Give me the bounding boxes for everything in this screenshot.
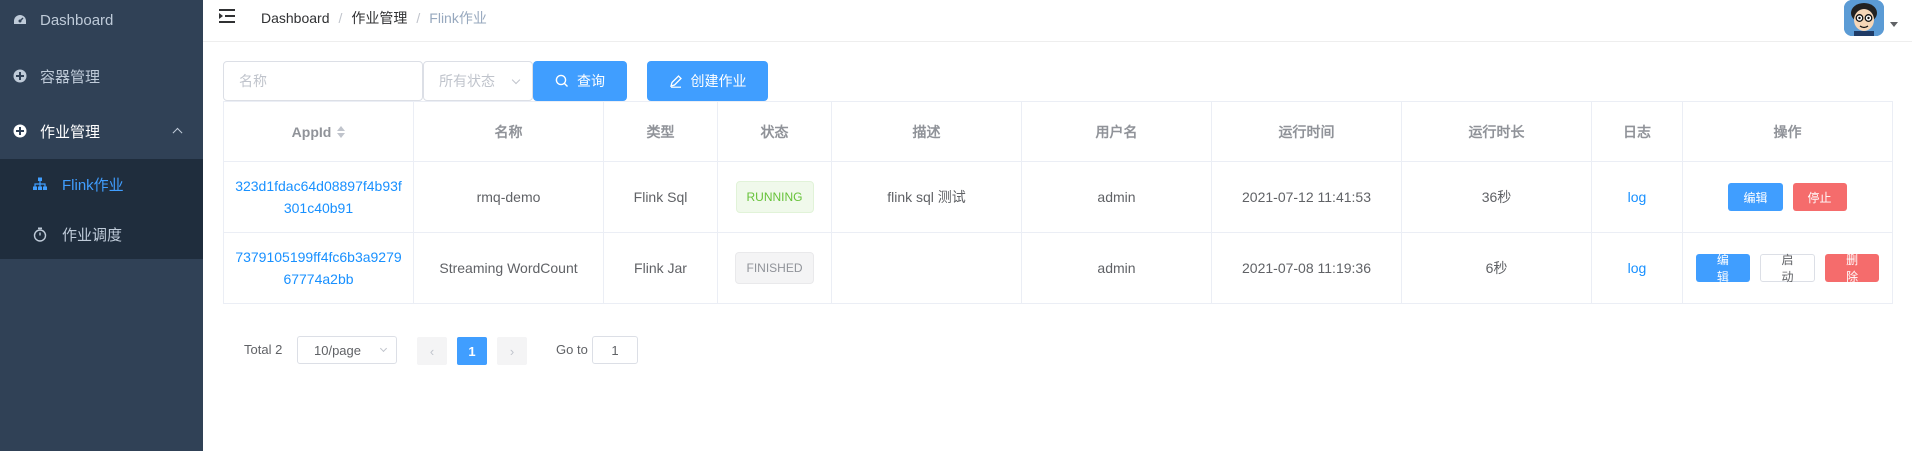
column-header-appid[interactable]: AppId [224, 102, 414, 161]
chevron-left-icon: ‹ [429, 343, 435, 359]
column-header: 操作 [1773, 123, 1802, 140]
caret-down-icon[interactable] [1890, 22, 1898, 27]
column-header: 运行时长 [1402, 102, 1592, 161]
chevron-down-icon [379, 344, 388, 353]
table-row: 7379105199ff4fc6b3a927967774a2bb Streami… [224, 233, 1892, 303]
appid-link[interactable]: 7379105199ff4fc6b3a927967774a2bb [232, 246, 405, 290]
sidebar-item-jobs[interactable]: 作业管理 [0, 103, 203, 159]
avatar[interactable] [1844, 0, 1884, 36]
search-icon [555, 74, 568, 87]
goto-input[interactable]: 1 [592, 336, 638, 364]
appid-cell: 7379105199ff4fc6b3a927967774a2bb [224, 233, 414, 303]
tree-icon [32, 176, 48, 192]
duration-cell: 6秒 [1402, 233, 1592, 303]
table-row: 323d1fdac64d08897f4b93f301c40b91 rmq-dem… [224, 162, 1892, 233]
submenu: Flink作业 作业调度 [0, 159, 203, 259]
duration-cell: 36秒 [1402, 162, 1592, 232]
column-label: AppId [291, 123, 332, 140]
chevron-up-icon [172, 127, 183, 138]
status-badge: RUNNING [735, 181, 814, 213]
table-header: AppId 名称 类型 状态 描述 用户名 运行时间 运行时长 日志 操作 [224, 102, 1892, 162]
stop-button[interactable]: 停止 [1792, 183, 1847, 211]
sidebar-item-label: Dashboard [40, 11, 114, 29]
column-header: 状态 [718, 102, 832, 161]
chevron-right-icon: › [509, 343, 515, 359]
create-job-button-label: 创建作业 [690, 73, 747, 89]
sort-icon[interactable] [337, 125, 346, 138]
chevron-down-icon [511, 75, 521, 85]
column-header: 用户名 [1022, 102, 1212, 161]
desc-cell [832, 233, 1022, 303]
column-header: 描述 [832, 102, 1022, 161]
edit-button[interactable]: 编辑 [1696, 253, 1750, 284]
type-cell: Flink Sql [604, 162, 718, 232]
goto-label: Go to [556, 342, 588, 357]
sidebar-item-container[interactable]: 容器管理 [0, 48, 203, 104]
query-button-label: 查询 [577, 73, 605, 89]
user-cell: admin [1022, 233, 1212, 303]
column-header: 运行时间 [1212, 102, 1402, 161]
log-link[interactable]: log [1628, 257, 1647, 279]
breadcrumb-item[interactable]: Dashboard [261, 10, 330, 26]
type-cell: Flink Jar [604, 233, 718, 303]
name-input-placeholder: 名称 [239, 73, 267, 89]
navbar: Dashboard / 作业管理 / Flink作业 [203, 0, 1912, 42]
actions-cell: 编辑 启动 删除 [1683, 233, 1892, 303]
name-input[interactable]: 名称 [223, 61, 423, 101]
log-cell: log [1592, 162, 1683, 232]
sidebar-item-job-schedule[interactable]: 作业调度 [0, 209, 203, 259]
column-header: 类型 [604, 102, 718, 161]
page-size-select[interactable]: 10/page [297, 336, 397, 364]
dashboard-icon [12, 12, 28, 28]
status-select-placeholder: 所有状态 [439, 73, 495, 89]
timer-icon [32, 226, 48, 242]
next-page-button[interactable]: › [497, 337, 527, 365]
status-badge: FINISHED [735, 252, 814, 284]
breadcrumb-separator: / [416, 10, 421, 26]
sidebar: Dashboard 容器管理 作业管理 Flink作业 作业调度 [0, 0, 203, 451]
column-header: 日志 [1592, 102, 1683, 161]
component-icon [12, 123, 28, 139]
breadcrumb: Dashboard / 作业管理 / Flink作业 [261, 8, 487, 28]
start-button[interactable]: 启动 [1759, 253, 1816, 284]
sidebar-item-label: 容器管理 [40, 68, 101, 86]
column-header: 名称 [414, 102, 604, 161]
appid-link[interactable]: 323d1fdac64d08897f4b93f301c40b91 [232, 175, 405, 219]
sidebar-item-flink-jobs[interactable]: Flink作业 [0, 159, 203, 209]
sidebar-item-label: Flink作业 [62, 176, 124, 194]
sidebar-item-dashboard[interactable]: Dashboard [0, 0, 203, 48]
desc-cell: flink sql 测试 [832, 162, 1022, 232]
time-cell: 2021-07-08 11:19:36 [1212, 233, 1402, 303]
edit-icon [669, 75, 682, 88]
time-cell: 2021-07-12 11:41:53 [1212, 162, 1402, 232]
pagination-total: Total 2 [244, 342, 283, 357]
page-button-1[interactable]: 1 [457, 337, 487, 365]
page-size-value: 10/page [314, 342, 361, 358]
sidebar-item-label: 作业调度 [62, 226, 123, 244]
edit-button[interactable]: 编辑 [1728, 183, 1783, 211]
breadcrumb-item: Flink作业 [429, 10, 487, 26]
status-select[interactable]: 所有状态 [423, 61, 533, 101]
status-cell: RUNNING [718, 162, 832, 232]
delete-button[interactable]: 删除 [1825, 253, 1880, 284]
breadcrumb-item: 作业管理 [351, 10, 408, 26]
actions-cell: 编辑 停止 [1683, 162, 1892, 232]
jobs-table: AppId 名称 类型 状态 描述 用户名 运行时间 运行时长 日志 操作 32… [223, 101, 1893, 304]
name-cell: Streaming WordCount [414, 233, 604, 303]
component-icon [12, 68, 28, 84]
log-link[interactable]: log [1628, 186, 1647, 208]
status-cell: FINISHED [718, 233, 832, 303]
log-cell: log [1592, 233, 1683, 303]
prev-page-button[interactable]: ‹ [417, 337, 447, 365]
appid-cell: 323d1fdac64d08897f4b93f301c40b91 [224, 162, 414, 232]
hamburger-icon[interactable] [219, 8, 239, 26]
sidebar-item-label: 作业管理 [40, 123, 101, 141]
name-cell: rmq-demo [414, 162, 604, 232]
create-job-button[interactable]: 创建作业 [647, 61, 768, 101]
breadcrumb-separator: / [338, 10, 343, 26]
user-cell: admin [1022, 162, 1212, 232]
query-button[interactable]: 查询 [533, 61, 627, 101]
